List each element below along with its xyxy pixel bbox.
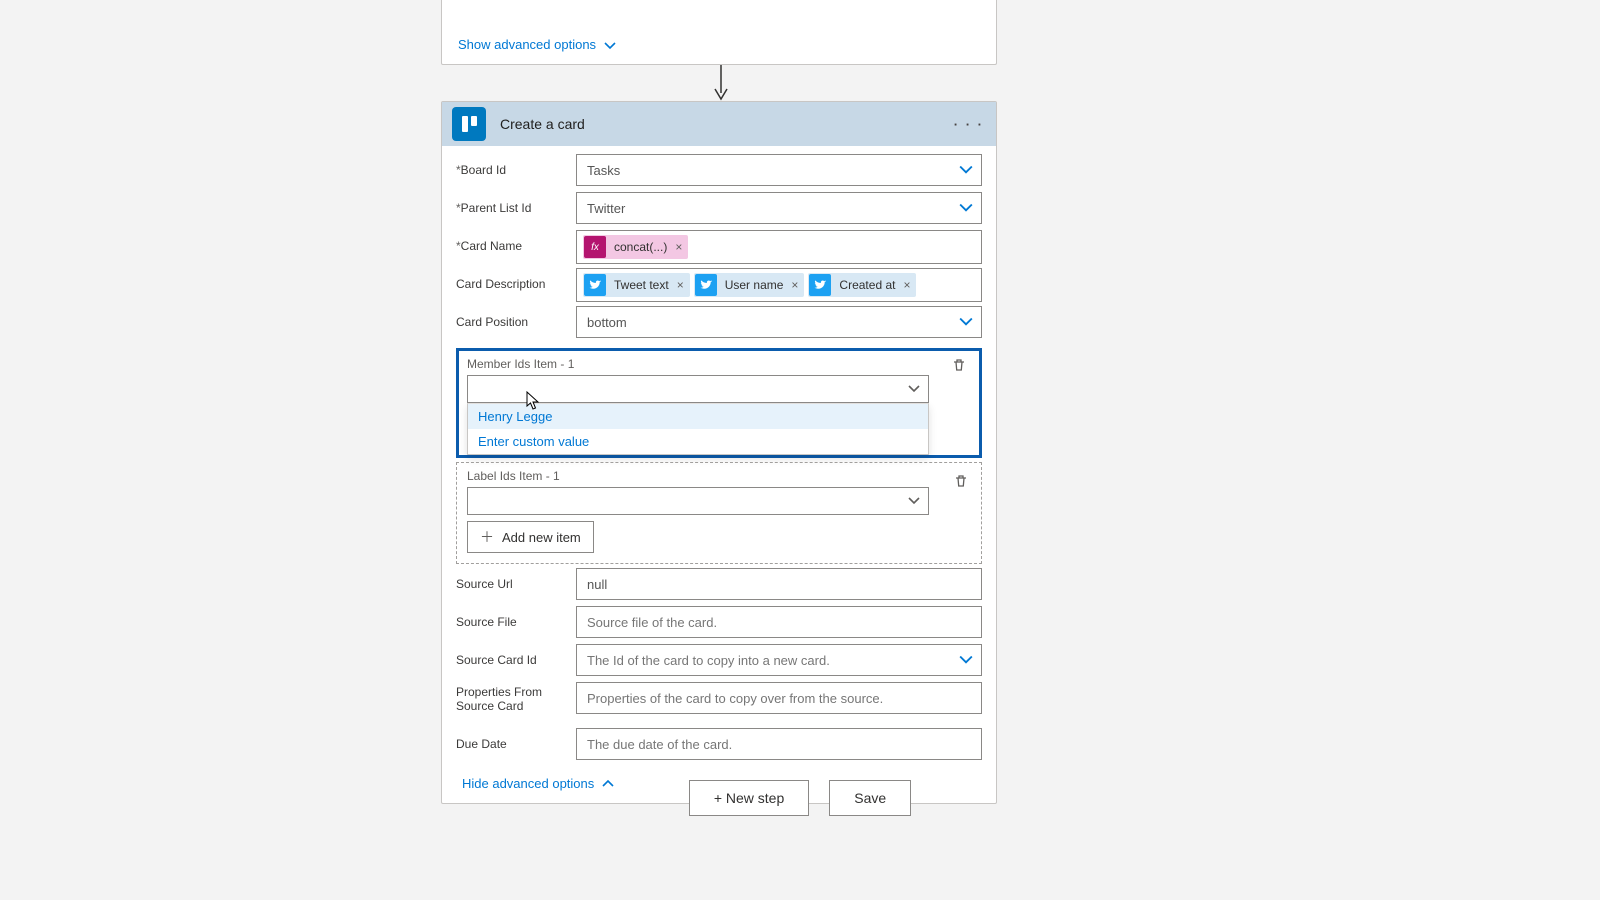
source-card-id-placeholder: The Id of the card to copy into a new ca… (587, 653, 830, 668)
source-file-label: Source File (456, 606, 576, 629)
action-title: Create a card (500, 116, 585, 132)
twitter-icon (584, 274, 606, 296)
label-ids-label: Label Ids Item - 1 (463, 469, 975, 483)
twitter-icon (809, 274, 831, 296)
add-new-item-label: Add new item (502, 530, 581, 545)
chevron-down-icon (908, 383, 920, 395)
twitter-token[interactable]: Tweet text × (583, 273, 690, 297)
create-card-action: Create a card · · · *Board Id Tasks *Par… (441, 101, 997, 804)
member-ids-option-custom[interactable]: Enter custom value (468, 429, 928, 454)
delete-item-button[interactable] (947, 353, 971, 377)
properties-from-source-placeholder: Properties of the card to copy over from… (587, 691, 883, 706)
card-description-label: Card Description (456, 268, 576, 291)
show-advanced-options-link[interactable]: Show advanced options (458, 37, 614, 52)
due-date-input[interactable]: The due date of the card. (576, 728, 982, 760)
board-id-value: Tasks (587, 163, 620, 178)
chevron-down-icon (908, 495, 920, 507)
twitter-icon (695, 274, 717, 296)
more-icon[interactable]: · · · (954, 117, 984, 132)
properties-from-source-label: Properties From Source Card (456, 682, 576, 713)
remove-token-icon[interactable]: × (903, 278, 912, 292)
expr-icon: fx (584, 236, 606, 258)
card-position-label: Card Position (456, 306, 576, 329)
plus-icon: ＋ (480, 527, 494, 547)
expr-token[interactable]: fx concat(...) × (583, 235, 688, 259)
parent-list-id-dropdown[interactable]: Twitter (576, 192, 982, 224)
board-id-dropdown[interactable]: Tasks (576, 154, 982, 186)
chevron-down-icon (959, 653, 973, 667)
source-card-id-label: Source Card Id (456, 644, 576, 667)
chevron-down-icon (959, 163, 973, 177)
remove-token-icon[interactable]: × (791, 278, 800, 292)
card-name-label: *Card Name (456, 230, 576, 253)
chevron-down-icon (959, 201, 973, 215)
parent-list-id-label: *Parent List Id (456, 192, 576, 215)
action-header[interactable]: Create a card · · · (442, 102, 996, 146)
delete-item-button[interactable] (949, 469, 973, 493)
mouse-cursor (526, 391, 540, 411)
due-date-label: Due Date (456, 728, 576, 751)
card-position-dropdown[interactable]: bottom (576, 306, 982, 338)
card-position-value: bottom (587, 315, 627, 330)
label-ids-group: Label Ids Item - 1 ＋ Add new item (456, 462, 982, 564)
label-ids-dropdown[interactable] (467, 487, 929, 515)
expr-token-label: concat(...) (610, 240, 671, 254)
source-url-label: Source Url (456, 568, 576, 591)
add-new-item-button[interactable]: ＋ Add new item (467, 521, 594, 553)
previous-action-card: Show advanced options (441, 0, 997, 65)
chevron-down-icon (959, 315, 973, 329)
card-description-input[interactable]: Tweet text × User name × Created at × (576, 268, 982, 302)
token-label: User name (721, 278, 788, 292)
source-url-input[interactable]: null (576, 568, 982, 600)
source-url-value: null (587, 577, 607, 592)
due-date-placeholder: The due date of the card. (587, 737, 732, 752)
source-file-input[interactable]: Source file of the card. (576, 606, 982, 638)
show-advanced-options-label: Show advanced options (458, 37, 596, 52)
chevron-down-icon (604, 40, 614, 50)
source-card-id-dropdown[interactable]: The Id of the card to copy into a new ca… (576, 644, 982, 676)
twitter-token[interactable]: Created at × (808, 273, 916, 297)
twitter-token[interactable]: User name × (694, 273, 805, 297)
properties-from-source-input[interactable]: Properties of the card to copy over from… (576, 682, 982, 714)
token-label: Tweet text (610, 278, 673, 292)
remove-token-icon[interactable]: × (675, 240, 684, 254)
remove-token-icon[interactable]: × (677, 278, 686, 292)
trello-icon (452, 107, 486, 141)
card-name-input[interactable]: fx concat(...) × (576, 230, 982, 264)
footer-buttons: + New step Save (0, 780, 1600, 816)
parent-list-id-value: Twitter (587, 201, 625, 216)
source-file-placeholder: Source file of the card. (587, 615, 717, 630)
member-ids-label: Member Ids Item - 1 (463, 355, 975, 371)
new-step-button[interactable]: + New step (689, 780, 809, 816)
flow-connector (716, 65, 726, 101)
board-id-label: *Board Id (456, 154, 576, 177)
token-label: Created at (835, 278, 899, 292)
save-button[interactable]: Save (829, 780, 911, 816)
